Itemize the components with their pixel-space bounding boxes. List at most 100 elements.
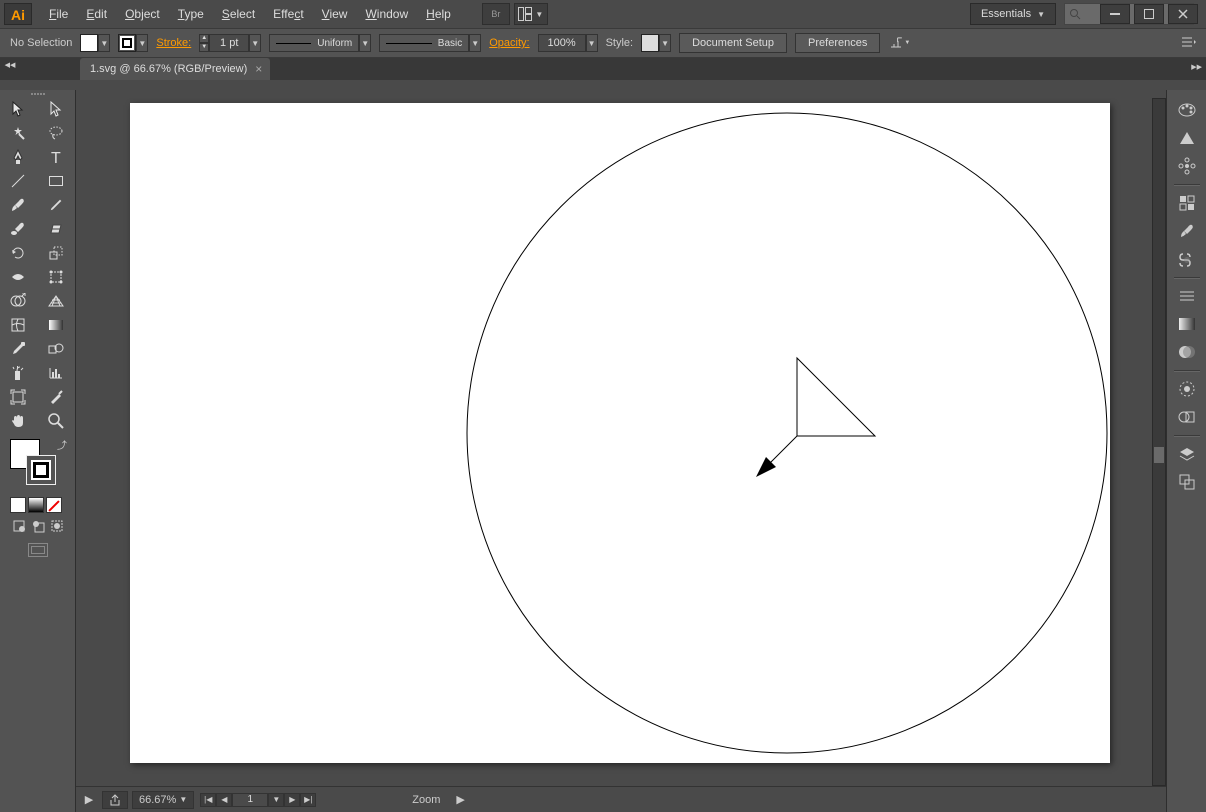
color-mode-gradient[interactable] — [28, 497, 44, 513]
color-guide-panel-icon[interactable] — [1172, 125, 1202, 151]
preferences-button[interactable]: Preferences — [795, 33, 880, 53]
last-artboard-button[interactable]: ▶| — [300, 793, 316, 807]
share-button[interactable] — [102, 791, 128, 809]
menu-object[interactable]: Object — [116, 3, 169, 25]
vertical-scrollbar[interactable] — [1152, 98, 1166, 786]
pen-tool[interactable] — [0, 145, 36, 169]
bridge-button[interactable]: Br — [482, 3, 510, 25]
layers-panel-icon[interactable] — [1172, 441, 1202, 467]
graphic-styles-panel-icon[interactable] — [1172, 404, 1202, 430]
kuler-panel-icon[interactable] — [1172, 153, 1202, 179]
rectangle-tool[interactable] — [38, 169, 74, 193]
menu-file[interactable]: File — [40, 3, 77, 25]
scale-tool[interactable] — [38, 241, 74, 265]
swatches-panel-icon[interactable] — [1172, 190, 1202, 216]
align-to-button[interactable] — [888, 34, 910, 52]
artboard-tool[interactable] — [0, 385, 36, 409]
opacity-label[interactable]: Opacity: — [489, 37, 529, 49]
gradient-tool[interactable] — [38, 313, 74, 337]
shape-builder-tool[interactable] — [0, 289, 36, 313]
brush-definition[interactable]: Basic — [379, 34, 481, 52]
artboard-dropdown[interactable] — [268, 793, 284, 807]
opacity-field[interactable] — [538, 34, 586, 52]
stroke-weight-input[interactable] — [209, 34, 249, 52]
eraser-tool[interactable] — [38, 217, 74, 241]
color-mode-solid[interactable] — [10, 497, 26, 513]
magic-wand-tool[interactable] — [0, 121, 36, 145]
zoom-level[interactable]: 66.67% — [132, 791, 194, 809]
status-menu[interactable]: ▶ — [450, 791, 470, 809]
draw-normal[interactable] — [10, 517, 27, 535]
symbols-panel-icon[interactable] — [1172, 246, 1202, 272]
slice-tool[interactable] — [38, 385, 74, 409]
canvas-viewport[interactable] — [90, 98, 1152, 786]
artboards-panel-icon[interactable] — [1172, 469, 1202, 495]
column-graph-tool[interactable] — [38, 361, 74, 385]
rotate-tool[interactable] — [0, 241, 36, 265]
artboard-number-input[interactable] — [232, 793, 268, 807]
fill-swatch[interactable] — [80, 34, 110, 52]
panel-menu-icon[interactable] — [1182, 37, 1196, 49]
menu-type[interactable]: Type — [169, 3, 213, 25]
type-tool[interactable]: T — [38, 145, 74, 169]
appearance-panel-icon[interactable] — [1172, 376, 1202, 402]
perspective-grid-tool[interactable] — [38, 289, 74, 313]
collapse-right-icon[interactable] — [1191, 60, 1202, 72]
tools-grip[interactable] — [0, 90, 75, 97]
menu-window[interactable]: Window — [356, 3, 417, 25]
stroke-panel-icon[interactable] — [1172, 283, 1202, 309]
paintbrush-tool[interactable] — [0, 193, 36, 217]
document-tab[interactable]: 1.svg @ 66.67% (RGB/Preview) × — [80, 58, 270, 80]
menu-select[interactable]: Select — [213, 3, 264, 25]
artboard[interactable] — [130, 103, 1110, 763]
opacity-input[interactable] — [538, 34, 598, 52]
first-artboard-button[interactable]: |◀ — [200, 793, 216, 807]
blend-tool[interactable] — [38, 337, 74, 361]
document-setup-button[interactable]: Document Setup — [679, 33, 787, 53]
swap-fill-stroke-icon[interactable]: ⤴ — [57, 437, 67, 452]
minimize-button[interactable] — [1100, 4, 1130, 24]
close-button[interactable] — [1168, 4, 1198, 24]
draw-inside[interactable] — [48, 517, 65, 535]
menu-effect[interactable]: Effect — [264, 3, 312, 25]
tab-close-icon[interactable]: × — [255, 62, 262, 76]
selection-tool[interactable] — [0, 97, 36, 121]
lasso-tool[interactable] — [38, 121, 74, 145]
fill-stroke-control[interactable]: ⤴ — [8, 437, 67, 493]
eyedropper-tool[interactable] — [0, 337, 36, 361]
variable-width-profile[interactable]: Uniform — [269, 34, 371, 52]
blob-brush-tool[interactable] — [0, 217, 36, 241]
menu-help[interactable]: Help — [417, 3, 460, 25]
stroke-indicator[interactable] — [26, 455, 56, 485]
pencil-tool[interactable] — [38, 193, 74, 217]
next-artboard-button[interactable]: ▶ — [284, 793, 300, 807]
symbol-sprayer-tool[interactable] — [0, 361, 36, 385]
menu-edit[interactable]: Edit — [77, 3, 116, 25]
menu-view[interactable]: View — [313, 3, 357, 25]
prev-artboard-button[interactable]: ◀ — [216, 793, 232, 807]
color-panel-icon[interactable] — [1172, 97, 1202, 123]
transparency-panel-icon[interactable] — [1172, 339, 1202, 365]
direct-selection-tool[interactable] — [38, 97, 74, 121]
graphic-style[interactable] — [641, 34, 671, 52]
zoom-tool[interactable] — [38, 409, 74, 433]
color-mode-none[interactable] — [46, 497, 62, 513]
status-arrow[interactable]: ▶ — [80, 791, 98, 809]
workspace-switcher[interactable]: Essentials — [970, 3, 1056, 25]
maximize-button[interactable] — [1134, 4, 1164, 24]
arrange-docs-button[interactable] — [514, 3, 548, 25]
gradient-panel-icon[interactable] — [1172, 311, 1202, 337]
stroke-swatch[interactable] — [118, 34, 148, 52]
draw-behind[interactable] — [29, 517, 46, 535]
screen-mode-button[interactable] — [0, 543, 75, 557]
mesh-tool[interactable] — [0, 313, 36, 337]
brushes-panel-icon[interactable] — [1172, 218, 1202, 244]
style-label: Style: — [606, 37, 634, 49]
stroke-label[interactable]: Stroke: — [156, 37, 191, 49]
hand-tool[interactable] — [0, 409, 36, 433]
stroke-weight[interactable]: ▲ ▼ — [199, 34, 261, 52]
free-transform-tool[interactable] — [38, 265, 74, 289]
width-tool[interactable] — [0, 265, 36, 289]
collapse-tools-icon[interactable] — [0, 58, 20, 72]
line-tool[interactable] — [0, 169, 36, 193]
